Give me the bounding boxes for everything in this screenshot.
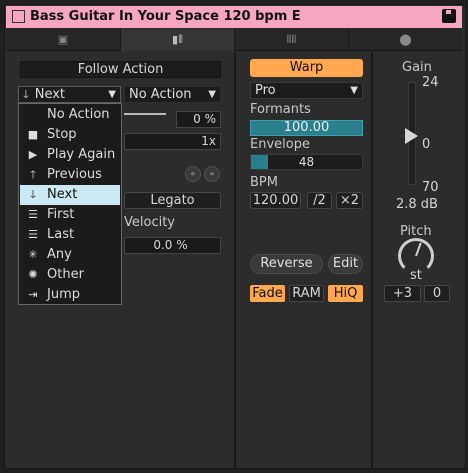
reverse-button[interactable]: Reverse — [250, 254, 323, 274]
follow-action-b-value: No Action — [129, 87, 192, 102]
dropdown-arrow-icon: ▼ — [350, 85, 358, 96]
nudge-back-icon[interactable]: « — [185, 166, 201, 182]
legato-button[interactable]: Legato — [124, 192, 221, 209]
dropdown-arrow-icon: ▼ — [108, 89, 116, 100]
double-tempo-button[interactable]: ×2 — [336, 192, 363, 209]
envelope-slider[interactable]: 48 — [250, 154, 363, 170]
formants-label: Formants — [250, 102, 311, 117]
warp-mode-dropdown[interactable]: Pro ▼ — [250, 82, 363, 99]
column-divider — [234, 52, 236, 468]
menu-item-label: Stop — [47, 127, 77, 142]
gain-fader-handle[interactable] — [405, 128, 418, 144]
arrow-down-icon: 🡓 — [30, 188, 36, 201]
pitch-label: Pitch — [400, 224, 432, 239]
bpm-label: BPM — [250, 175, 278, 190]
stop-icon: ■ — [27, 128, 39, 141]
menu-item-label: Previous — [47, 167, 102, 182]
menu-item-no-action[interactable]: No Action — [20, 105, 120, 125]
menu-item-stop[interactable]: ■ Stop — [20, 125, 120, 145]
menu-item-next[interactable]: 🡓 Next — [20, 185, 120, 205]
velocity-label: Velocity — [124, 215, 175, 230]
edit-button[interactable]: Edit — [328, 254, 363, 274]
chance-field[interactable]: 0 % — [176, 111, 221, 128]
asterisk-icon: ✳ — [28, 248, 38, 261]
fade-button[interactable]: Fade — [250, 285, 285, 302]
menu-item-first[interactable]: ☰ First — [20, 205, 120, 225]
tab-clip[interactable]: ▣ — [6, 29, 121, 51]
menu-item-label: Last — [47, 227, 75, 242]
menu-item-label: Other — [47, 267, 84, 282]
gain-value: 2.8 dB — [396, 197, 438, 212]
follow-action-a-dropdown[interactable]: 🡓 Next ▼ — [18, 86, 121, 103]
jump-icon: ⇥ — [28, 288, 38, 301]
pitch-cents-field[interactable]: 0 — [424, 285, 450, 302]
menu-item-last[interactable]: ☰ Last — [20, 225, 120, 245]
formants-slider[interactable]: 100.00 — [250, 120, 363, 136]
nudge-forward-icon[interactable]: » — [204, 166, 220, 182]
menu-item-previous[interactable]: 🡑 Previous — [20, 165, 120, 185]
gain-scale-mid: 0 — [422, 137, 431, 152]
dropdown-arrow-icon: ▼ — [208, 89, 216, 100]
follow-action-a-value: Next — [34, 87, 66, 102]
chance-slider[interactable] — [124, 113, 166, 115]
hiq-button[interactable]: HiQ — [328, 285, 363, 302]
tab-settings[interactable]: ⬤ — [349, 29, 462, 51]
menu-item-jump[interactable]: ⇥ Jump — [20, 285, 120, 305]
ram-button[interactable]: RAM — [289, 285, 324, 302]
follow-action-b-dropdown[interactable]: No Action ▼ — [124, 86, 221, 103]
tab-waveform[interactable]: ⦀⦀ — [235, 29, 349, 51]
menu-item-label: Any — [47, 247, 72, 262]
multiplier-field[interactable]: 1x — [124, 133, 221, 150]
warp-button[interactable]: Warp — [250, 59, 363, 77]
pitch-knob-pointer — [415, 242, 422, 257]
clip-icon: ▣ — [57, 33, 69, 46]
save-icon[interactable] — [442, 9, 456, 23]
clip-title-bar[interactable]: Bass Guitar In Your Space 120 bpm E — [6, 6, 462, 28]
menu-item-other[interactable]: ✺ Other — [20, 265, 120, 285]
menu-item-label: Play Again — [47, 147, 116, 162]
column-divider — [371, 52, 373, 468]
tab-audio[interactable]: ▮⦀ — [121, 29, 235, 51]
bpm-field[interactable]: 120.00 — [250, 192, 301, 209]
menu-item-play-again[interactable]: ▶ Play Again — [20, 145, 120, 165]
pitch-semitones-field[interactable]: +3 — [384, 285, 421, 302]
first-icon: ☰ — [28, 208, 38, 221]
warp-mode-value: Pro — [255, 83, 276, 98]
clip-title: Bass Guitar In Your Space 120 bpm E — [30, 9, 301, 24]
menu-item-label: Jump — [47, 287, 80, 302]
gain-label: Gain — [402, 60, 432, 75]
menu-item-any[interactable]: ✳ Any — [20, 245, 120, 265]
follow-action-header: Follow Action — [20, 61, 221, 78]
clip-activator-toggle[interactable] — [12, 10, 25, 23]
audio-icon: ▮⦀ — [172, 33, 183, 46]
pitch-unit: st — [410, 268, 422, 283]
menu-item-label: First — [47, 207, 75, 222]
settings-icon: ⬤ — [399, 33, 412, 46]
gain-scale-bottom: 70 — [422, 180, 439, 195]
last-icon: ☰ — [28, 228, 38, 241]
chevron-down-icon: 🡓 — [23, 88, 29, 101]
sparkle-icon: ✺ — [28, 268, 38, 281]
gain-scale-top: 24 — [422, 75, 439, 90]
envelope-value: 48 — [298, 155, 315, 169]
menu-item-label: No Action — [47, 107, 110, 122]
envelope-label: Envelope — [250, 137, 310, 152]
clip-tabs: ▣ ▮⦀ ⦀⦀ ⬤ — [6, 29, 462, 51]
follow-action-menu: No Action ■ Stop ▶ Play Again 🡑 Previous… — [18, 103, 122, 305]
half-tempo-button[interactable]: /2 — [307, 192, 332, 209]
waveform-icon: ⦀⦀ — [286, 33, 297, 46]
play-icon: ▶ — [28, 148, 38, 161]
velocity-field[interactable]: 0.0 % — [124, 237, 221, 254]
arrow-up-icon: 🡑 — [30, 168, 36, 181]
menu-item-label: Next — [47, 187, 78, 202]
